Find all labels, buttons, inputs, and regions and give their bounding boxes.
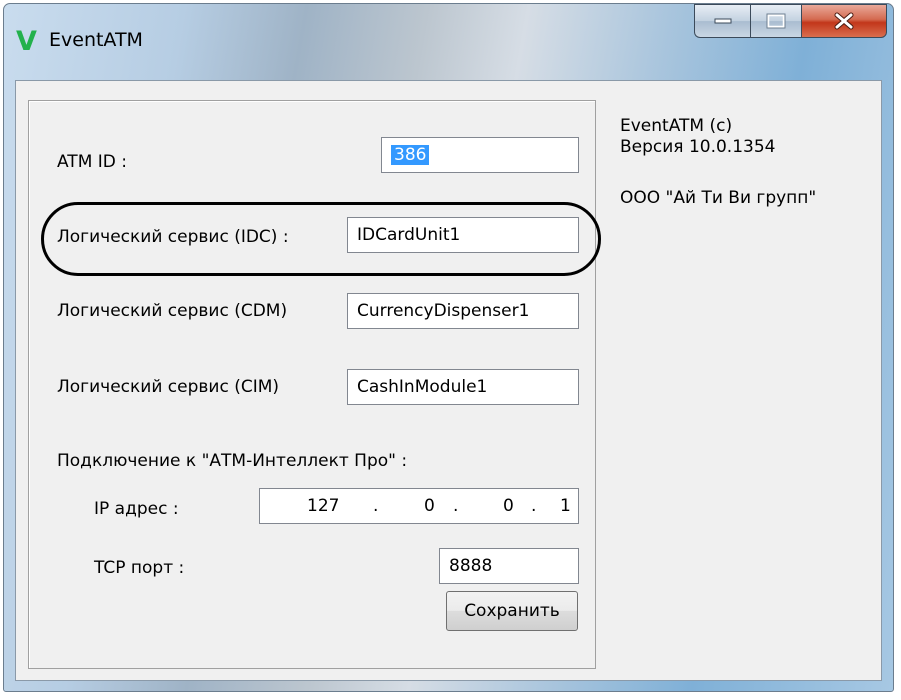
close-icon <box>834 12 854 30</box>
product-name: EventATM (c) <box>620 116 733 136</box>
close-button[interactable] <box>801 4 887 38</box>
cdm-service-input[interactable]: CurrencyDispenser1 <box>347 293 579 329</box>
dialog-client-area: ATM ID : 386 Логический сервис (IDC) : I… <box>15 80 882 681</box>
event-atm-window: V EventATM ATM ID : 386 Логический серви… <box>3 3 894 692</box>
cdm-service-label: Логический сервис (CDM) <box>57 301 288 321</box>
atm-id-input[interactable]: 386 <box>381 137 579 173</box>
ip-address-label: IP адрес : <box>94 499 179 519</box>
atm-id-value: 386 <box>391 145 430 165</box>
idc-service-input[interactable]: IDCardUnit1 <box>347 217 579 253</box>
ip-octet-4: 1 <box>560 496 571 516</box>
minimize-button[interactable] <box>694 4 750 38</box>
minimize-icon <box>714 18 731 24</box>
ip-address-input[interactable]: 127 . 0 . 0 . 1 <box>259 488 579 524</box>
product-version: Версия 10.0.1354 <box>620 137 776 157</box>
ip-octet-2: 0 <box>424 496 435 516</box>
ip-dot: . <box>453 496 459 516</box>
ip-octet-1: 127 <box>307 496 340 516</box>
tcp-port-label: TCP порт : <box>94 558 185 578</box>
ip-octet-3: 0 <box>503 496 514 516</box>
connection-label: Подключение к "АТМ-Интеллект Про" : <box>57 451 408 471</box>
company-name: ООО "Ай Ти Ви групп" <box>620 188 817 208</box>
cim-service-input[interactable]: CashInModule1 <box>347 369 579 405</box>
cim-service-label: Логический сервис (CIM) <box>57 377 280 397</box>
idc-service-label: Логический сервис (IDC) : <box>57 227 289 247</box>
settings-group-box: ATM ID : 386 Логический сервис (IDC) : I… <box>28 100 601 669</box>
atm-id-label: ATM ID : <box>57 152 128 172</box>
save-button[interactable]: Сохранить <box>446 591 578 631</box>
caption-buttons <box>694 4 887 40</box>
maximize-button[interactable] <box>750 4 801 38</box>
window-title: EventATM <box>49 29 143 51</box>
ip-dot: . <box>531 496 537 516</box>
app-logo-icon: V <box>16 26 37 57</box>
ip-dot: . <box>373 496 379 516</box>
tcp-port-input[interactable]: 8888 <box>439 548 579 584</box>
maximize-icon <box>766 13 786 29</box>
title-bar[interactable]: V EventATM <box>4 4 893 80</box>
